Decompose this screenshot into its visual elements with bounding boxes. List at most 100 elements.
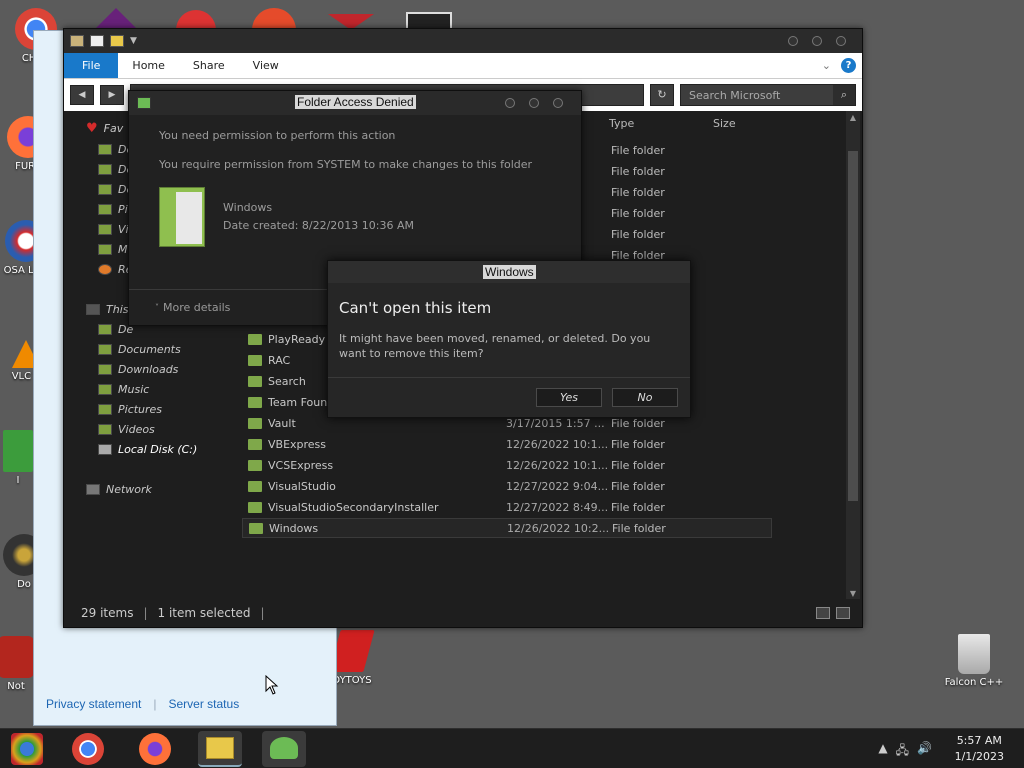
chrome-taskbar-icon[interactable] [72, 733, 104, 765]
window-controls [788, 36, 862, 46]
folder-icon [248, 417, 262, 429]
clock-time: 5:57 AM [956, 734, 1002, 747]
chevron-up-icon[interactable]: ▲ [878, 741, 887, 762]
file-explorer-taskbar-icon[interactable] [198, 731, 242, 767]
nav-label: Videos [118, 423, 155, 436]
tab-share[interactable]: Share [179, 53, 239, 78]
nav-local-disk[interactable]: Local Disk (C:) [98, 443, 197, 456]
nav-this-pc[interactable]: This [86, 303, 128, 316]
desktop-icon-app[interactable] [176, 10, 216, 30]
details-view-icon[interactable] [816, 607, 830, 619]
file-name: VisualStudioSecondaryInstaller [268, 500, 439, 514]
large-icons-view-icon[interactable] [836, 607, 850, 619]
nav-music[interactable]: Music [98, 383, 149, 396]
nav-label: Local Disk (C:) [118, 443, 198, 456]
dialog-title: Folder Access Denied [295, 95, 416, 109]
new-folder-icon[interactable] [110, 35, 124, 47]
table-row[interactable]: VCSExpress 12/26/2022 10:1... File folder [242, 455, 772, 475]
scroll-up-icon[interactable]: ▲ [848, 113, 858, 123]
dialog-title-bar[interactable]: Windows [328, 261, 690, 283]
scrollbar-thumb[interactable] [848, 151, 858, 501]
firefox-taskbar-icon[interactable] [139, 733, 171, 765]
dialog-title-bar[interactable]: Folder Access Denied [129, 91, 581, 115]
table-row[interactable]: VisualStudioSecondaryInstaller 12/27/2022… [242, 497, 772, 517]
nav-item[interactable]: Vi [98, 223, 129, 236]
maximize-button[interactable] [812, 36, 822, 46]
folder-icon [98, 144, 112, 155]
table-row[interactable]: VisualStudio 12/27/2022 9:04... File folde… [242, 476, 772, 496]
computer-icon [86, 304, 100, 315]
nav-network[interactable]: Network [86, 483, 152, 496]
table-row[interactable]: Windows 12/26/2022 10:2... File folder [242, 518, 772, 538]
dialog-message: It might have been moved, renamed, or de… [339, 332, 651, 360]
properties-icon[interactable] [90, 35, 104, 47]
column-header-size[interactable]: Size [713, 117, 736, 130]
volume-icon[interactable]: 🔊 [917, 741, 932, 762]
column-header-type[interactable]: Type [609, 117, 634, 130]
no-button[interactable]: No [612, 388, 678, 407]
desktop-icon-app[interactable] [252, 8, 296, 30]
file-date: 12/27/2022 8:49... [506, 500, 609, 514]
nav-label: M [118, 243, 128, 256]
back-button[interactable]: ◀ [70, 85, 94, 105]
scroll-down-icon[interactable]: ▼ [848, 589, 858, 599]
folder-icon [98, 224, 112, 235]
maximize-button[interactable] [529, 98, 539, 108]
yes-button[interactable]: Yes [536, 388, 602, 407]
nav-videos[interactable]: Videos [98, 423, 155, 436]
folder-icon [98, 164, 112, 175]
folder-icon [98, 344, 112, 355]
help-icon[interactable]: ? [841, 58, 856, 73]
vertical-scrollbar[interactable]: ▲ ▼ [846, 111, 860, 601]
network-icon[interactable]: 🖧 [896, 741, 909, 762]
title-bar[interactable]: ▼ [64, 29, 862, 53]
file-date: 12/26/2022 10:1... [506, 437, 609, 451]
privacy-statement-link[interactable]: Privacy statement [46, 697, 141, 711]
nav-documents[interactable]: Documents [98, 343, 181, 356]
folder-icon [98, 244, 112, 255]
file-type: File folder [611, 479, 665, 493]
app-taskbar-icon[interactable] [262, 731, 306, 767]
chevron-down-icon: ˅ [155, 303, 159, 312]
desktop-icon-label: Falcon C++ [944, 677, 1004, 688]
clock[interactable]: 5:57 AM 1/1/2023 [955, 733, 1004, 765]
file-type: File folder [611, 437, 665, 451]
file-type: File folder [611, 500, 665, 514]
file-type: File folder [611, 185, 665, 199]
minimize-button[interactable] [788, 36, 798, 46]
chevron-down-icon[interactable]: ⌄ [822, 59, 831, 72]
folder-icon [159, 187, 205, 247]
nav-label: Music [118, 383, 150, 396]
dialog-buttons: Yes No [328, 377, 690, 417]
item-count: 29 items [81, 606, 134, 620]
permission-message: You need permission to perform this acti… [159, 129, 396, 142]
search-input[interactable]: Search Microsoft ⌕ [680, 84, 856, 106]
network-icon [86, 484, 100, 495]
forward-button[interactable]: ▶ [100, 85, 124, 105]
server-status-link[interactable]: Server status [169, 697, 240, 711]
table-row[interactable]: VBExpress 12/26/2022 10:1... File folder [242, 434, 772, 454]
tab-view[interactable]: View [239, 53, 293, 78]
file-type: File folder [611, 227, 665, 241]
nav-downloads[interactable]: Downloads [98, 363, 178, 376]
chevron-down-icon[interactable]: ▼ [130, 36, 137, 46]
search-icon[interactable]: ⌕ [833, 85, 855, 105]
close-button[interactable] [836, 36, 846, 46]
tab-file[interactable]: File [64, 53, 119, 78]
start-button[interactable] [11, 733, 43, 765]
view-switcher [816, 607, 850, 619]
nav-favorites[interactable]: ♥ Fav [86, 121, 123, 136]
nav-item[interactable]: M [98, 243, 128, 256]
refresh-button[interactable]: ↻ [650, 84, 674, 106]
folder-icon [70, 35, 84, 47]
folder-icon [98, 384, 112, 395]
nav-item[interactable]: Pi [98, 203, 128, 216]
minimize-button[interactable] [505, 98, 515, 108]
file-date: 12/26/2022 10:1... [506, 458, 609, 472]
desktop-icon-visual-studio[interactable] [94, 8, 138, 30]
folder-name: Windows [223, 201, 273, 214]
tab-home[interactable]: Home [118, 53, 178, 78]
close-button[interactable] [553, 98, 563, 108]
nav-pictures[interactable]: Pictures [98, 403, 162, 416]
desktop-icon-recycle-bin[interactable]: Falcon C++ [942, 634, 1006, 689]
